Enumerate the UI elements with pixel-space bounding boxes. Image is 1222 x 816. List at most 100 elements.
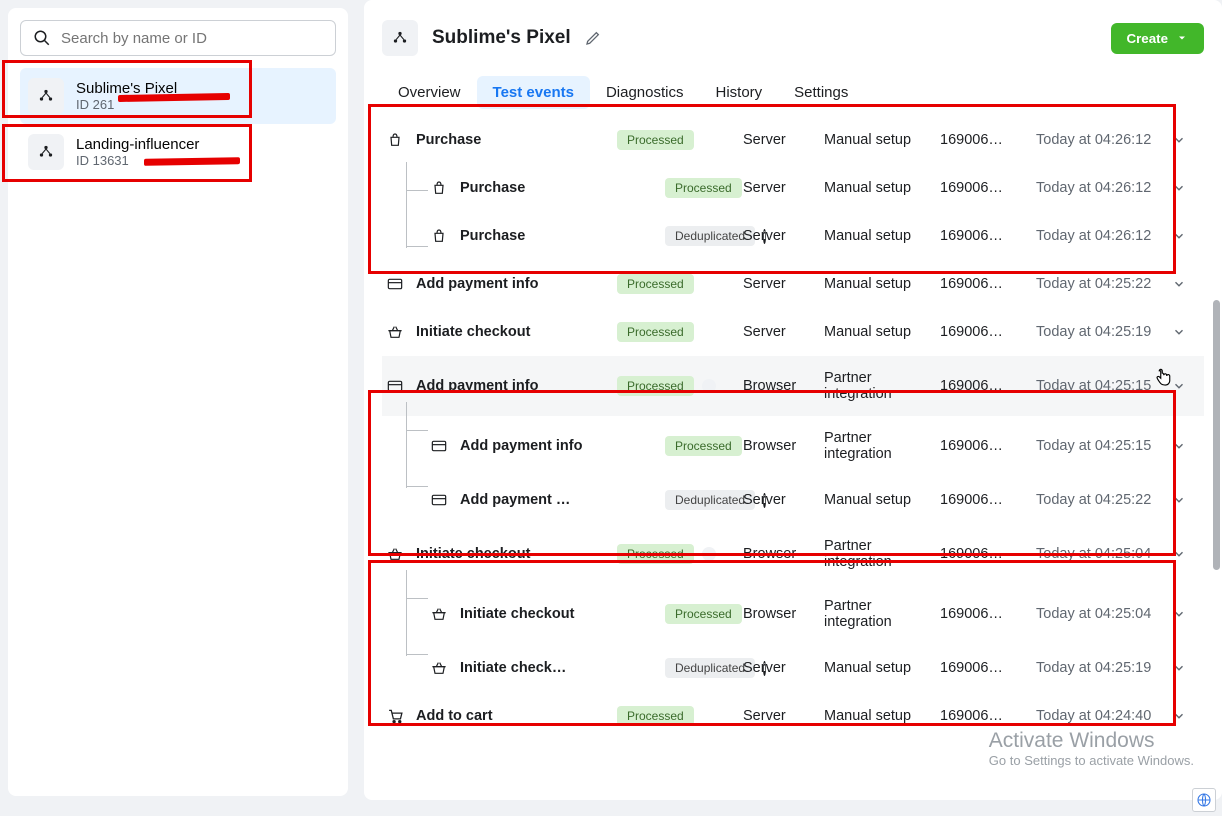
chevron-down-icon (1176, 32, 1188, 44)
chevron-down-icon[interactable] (1172, 277, 1200, 291)
status-badge: Processed (617, 376, 694, 396)
basket-icon (430, 660, 448, 676)
indicator-dot (702, 379, 716, 393)
event-name: Purchase (416, 132, 611, 148)
create-button[interactable]: Create (1111, 23, 1205, 54)
event-status: Processed (617, 322, 737, 342)
event-setup: Manual setup (824, 228, 934, 244)
event-status: Deduplicatedi (665, 226, 737, 246)
event-from: Server (743, 492, 818, 508)
bag-icon (386, 132, 404, 148)
tab-overview[interactable]: Overview (382, 76, 477, 109)
event-time: Today at 04:25:15 (1036, 438, 1166, 454)
search-icon (33, 29, 51, 47)
tree-line (406, 402, 432, 488)
chevron-down-icon[interactable] (1172, 709, 1200, 723)
event-time: Today at 04:25:22 (1036, 276, 1166, 292)
event-time: Today at 04:26:12 (1036, 228, 1166, 244)
event-name: Add to cart (416, 708, 611, 724)
tab-history[interactable]: History (700, 76, 779, 109)
event-row[interactable]: PurchaseDeduplicatediServerManual setup1… (382, 212, 1204, 260)
chevron-down-icon[interactable] (1172, 379, 1200, 393)
event-status: Processed (617, 544, 737, 564)
status-badge: Processed (665, 178, 742, 198)
scrollbar[interactable] (1213, 300, 1220, 570)
status-badge: Processed (617, 706, 694, 726)
event-setup: Manual setup (824, 132, 934, 148)
globe-icon[interactable] (1192, 788, 1216, 812)
event-id: 169006… (940, 438, 1030, 454)
event-name: Add payment info (416, 276, 611, 292)
event-group: Initiate checkoutProcessedServerManual s… (382, 308, 1204, 356)
event-row[interactable]: PurchaseProcessedServerManual setup16900… (382, 116, 1204, 164)
event-id: 169006… (940, 606, 1030, 622)
event-name: Add payment info (416, 378, 611, 394)
chevron-down-icon[interactable] (1172, 439, 1200, 453)
event-from: Server (743, 276, 818, 292)
event-row[interactable]: Add payment …DeduplicatediServerManual s… (382, 476, 1204, 524)
event-from: Browser (743, 438, 818, 454)
tab-test-events[interactable]: Test events (477, 76, 590, 109)
event-status: Processed (617, 274, 737, 294)
event-setup: Manual setup (824, 324, 934, 340)
event-status: Processed (665, 178, 737, 198)
event-time: Today at 04:25:04 (1036, 606, 1166, 622)
edit-icon[interactable] (585, 30, 601, 46)
chevron-down-icon[interactable] (1172, 493, 1200, 507)
chevron-down-icon[interactable] (1172, 547, 1200, 561)
search-box[interactable] (20, 20, 336, 56)
tree-branch (406, 430, 428, 431)
event-from: Server (743, 180, 818, 196)
event-group: Add payment info Processed Browser Partner … (382, 356, 1204, 524)
event-status: Deduplicatedi (665, 490, 737, 510)
event-id: 169006… (940, 276, 1030, 292)
tree-branch (406, 486, 428, 487)
event-time: Today at 04:26:12 (1036, 180, 1166, 196)
event-row[interactable]: Add payment infoProcessedBrowserPartner … (382, 416, 1204, 476)
event-time: Today at 04:25:22 (1036, 492, 1166, 508)
event-status: Processed (665, 436, 737, 456)
tab-diagnostics[interactable]: Diagnostics (590, 76, 700, 109)
status-badge: Processed (617, 322, 694, 342)
chevron-down-icon[interactable] (1172, 181, 1200, 195)
event-row[interactable]: Initiate checkoutProcessedBrowserPartner… (382, 584, 1204, 644)
event-group: Initiate checkoutProcessedBrowserPartner… (382, 524, 1204, 692)
event-row[interactable]: Add payment infoProcessedServerManual se… (382, 260, 1204, 308)
pixel-icon (28, 134, 64, 170)
status-badge: Deduplicated (665, 226, 755, 246)
sidebar-item-pixel-1[interactable]: Landing-influencer ID 13631 (20, 124, 336, 180)
chevron-down-icon[interactable] (1172, 133, 1200, 147)
indicator-dot (702, 547, 716, 561)
chevron-down-icon[interactable] (1172, 229, 1200, 243)
event-id: 169006… (940, 378, 1030, 394)
page-title: Sublime's Pixel (432, 27, 571, 49)
event-from: Server (743, 660, 818, 676)
event-row[interactable]: Initiate checkoutProcessedServerManual s… (382, 308, 1204, 356)
search-input[interactable] (61, 30, 323, 47)
card-icon (430, 439, 448, 453)
chevron-down-icon[interactable] (1172, 661, 1200, 675)
event-time: Today at 04:25:19 (1036, 660, 1166, 676)
event-row[interactable]: PurchaseProcessedServerManual setup16900… (382, 164, 1204, 212)
chevron-down-icon[interactable] (1172, 325, 1200, 339)
card-icon (386, 277, 404, 291)
event-setup: Manual setup (824, 180, 934, 196)
event-group: Purchase Processed Server Manual setup 16900… (382, 116, 1204, 260)
watermark-sub: Go to Settings to activate Windows. (989, 753, 1194, 768)
event-row[interactable]: Initiate checkoutProcessedBrowserPartner… (382, 524, 1204, 584)
event-row[interactable]: Initiate check…DeduplicatediServerManual… (382, 644, 1204, 692)
status-badge: Deduplicated (665, 490, 755, 510)
cart-icon (386, 708, 404, 724)
tree-branch (406, 598, 428, 599)
event-row[interactable]: Add to cartProcessedServerManual setup16… (382, 692, 1204, 740)
sidebar: Sublime's Pixel ID 261 Landing-influence… (8, 8, 348, 796)
event-row[interactable]: Add payment infoProcessedBrowserPartner … (382, 356, 1204, 416)
pixel-icon (382, 20, 418, 56)
event-id: 169006… (940, 132, 1030, 148)
tab-settings[interactable]: Settings (778, 76, 864, 109)
chevron-down-icon[interactable] (1172, 607, 1200, 621)
status-badge: Processed (665, 436, 742, 456)
event-id: 169006… (940, 180, 1030, 196)
event-setup: Partner integration (824, 370, 934, 402)
event-name: Purchase (460, 228, 659, 244)
